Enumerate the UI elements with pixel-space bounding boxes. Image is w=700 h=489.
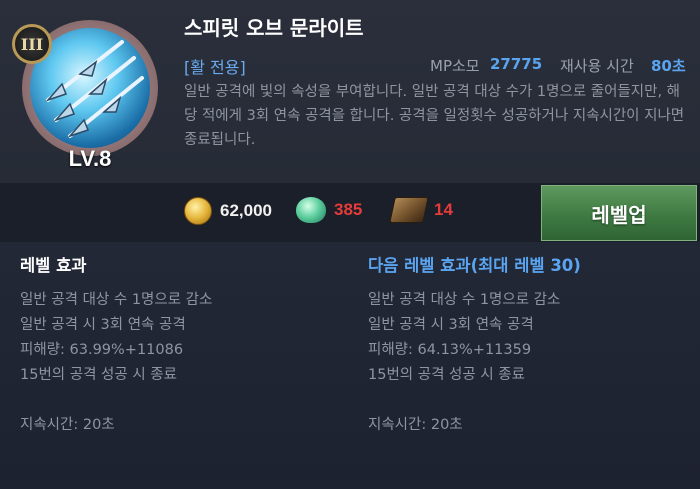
gold-coin-icon <box>184 197 212 225</box>
green-gem-icon <box>296 197 326 223</box>
cooldown-label: 재사용 시간 <box>560 57 634 75</box>
effect-line: 피해량: 64.13%+11359 <box>368 342 532 358</box>
effect-line: 피해량: 63.99%+11086 <box>20 342 184 358</box>
book-cost-value: 14 <box>434 200 453 219</box>
effect-spacer <box>20 388 350 413</box>
skill-level: LV.8 <box>68 146 112 171</box>
skill-book-icon <box>389 197 429 223</box>
book-cost: 14 <box>389 197 453 223</box>
effect-line: 15번의 공격 성공 시 종료 <box>368 367 525 383</box>
current-level-effects: 레벨 효과 일반 공격 대상 수 1명으로 감소 일반 공격 시 3회 연속 공… <box>20 252 350 438</box>
skill-description: 일반 공격에 빛의 속성을 부여합니다. 일반 공격 대상 수가 1명으로 줄어… <box>184 84 685 148</box>
gem-cost: 385 <box>296 197 362 223</box>
gold-cost-value: 62,000 <box>220 201 272 220</box>
effect-line: 일반 공격 시 3회 연속 공격 <box>20 317 186 333</box>
effect-line: 지속시간: 20초 <box>20 417 115 433</box>
gem-cost-value: 385 <box>334 200 363 219</box>
effect-line: 15번의 공격 성공 시 종료 <box>20 367 177 383</box>
effect-line: 일반 공격 시 3회 연속 공격 <box>368 317 534 333</box>
mp-cost-label: MP소모 <box>430 57 480 75</box>
effect-line: 일반 공격 대상 수 1명으로 감소 <box>20 292 213 308</box>
skill-icon: III <box>12 20 158 156</box>
mp-cost-value: 27775 <box>490 55 543 73</box>
gold-cost: 62,000 <box>184 197 272 225</box>
next-level-effects: 다음 레벨 효과(최대 레벨 30) 일반 공격 대상 수 1명으로 감소 일반… <box>368 252 698 438</box>
effect-spacer <box>368 388 698 413</box>
rank-badge: III <box>12 24 52 64</box>
next-effects-title: 다음 레벨 효과(최대 레벨 30) <box>368 256 581 275</box>
skill-name: 스피릿 오브 문라이트 <box>184 16 364 40</box>
current-effects-title: 레벨 효과 <box>20 256 87 275</box>
cooldown-value: 80초 <box>651 57 686 75</box>
effect-line: 일반 공격 대상 수 1명으로 감소 <box>368 292 561 308</box>
weapon-tag: [활 전용] <box>184 58 246 77</box>
effect-line: 지속시간: 20초 <box>368 417 463 433</box>
levelup-button[interactable]: 레벨업 <box>541 185 697 241</box>
